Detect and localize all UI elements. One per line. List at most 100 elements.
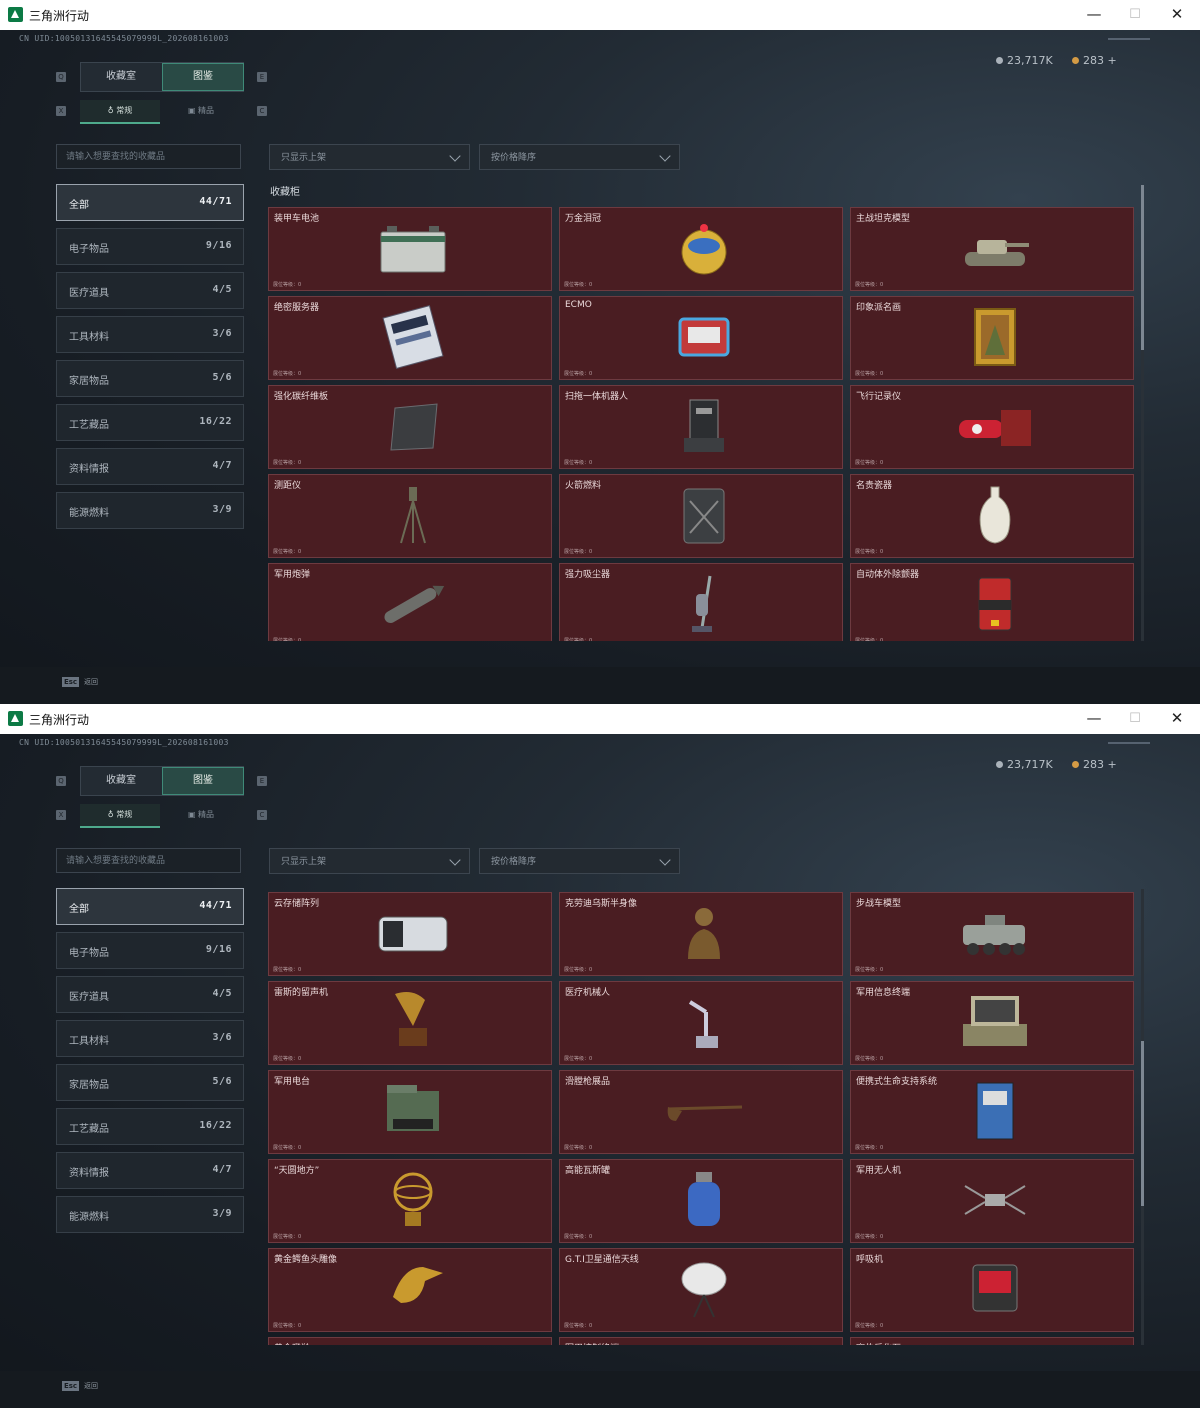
collection-item-card[interactable]: 赛伯乐化石展位等级：0 bbox=[850, 1337, 1134, 1345]
fuel-can-icon bbox=[664, 483, 744, 547]
collection-item-card[interactable]: 黄金瞪羚展位等级：0 bbox=[268, 1337, 552, 1345]
category-item-tools[interactable]: 工具材料 3/6 bbox=[56, 1020, 244, 1057]
category-item-all[interactable]: 全部 44/71 bbox=[56, 888, 244, 925]
back-button[interactable]: Esc 返回 bbox=[62, 677, 98, 687]
window-title: 三角洲行动 bbox=[29, 9, 90, 23]
category-item-home[interactable]: 家居物品 5/6 bbox=[56, 360, 244, 397]
category-item-electronics[interactable]: 电子物品 9/16 bbox=[56, 932, 244, 969]
collection-item-card[interactable]: 测距仪 展位等级：0 bbox=[268, 474, 552, 558]
tab-premium[interactable]: ▣ 精品 bbox=[161, 100, 241, 122]
search-input[interactable]: 请输入想要查找的收藏品 bbox=[56, 848, 241, 873]
collection-item-card[interactable]: 医疗机械人展位等级：0 bbox=[559, 981, 843, 1065]
collection-item-card[interactable]: 万金泪冠 展位等级：0 bbox=[559, 207, 843, 291]
category-item-fuel[interactable]: 能源燃料 3/9 bbox=[56, 492, 244, 529]
gold-currency[interactable]: 283 + bbox=[1072, 54, 1117, 67]
item-name: 医疗机械人 bbox=[565, 988, 611, 998]
collection-item-card[interactable]: 步战车模型 展位等级：0 bbox=[850, 892, 1134, 976]
collection-item-card[interactable]: 雷斯的留声机 展位等级：0 bbox=[268, 981, 552, 1065]
collection-item-card[interactable]: 军用电台 展位等级：0 bbox=[268, 1070, 552, 1154]
collection-item-card[interactable]: 装甲车电池 展位等级：0 bbox=[268, 207, 552, 291]
gold-currency[interactable]: 283 + bbox=[1072, 758, 1117, 771]
premium-icon: ▣ bbox=[187, 810, 199, 819]
hotkey-c: C bbox=[257, 810, 267, 820]
category-item-intel[interactable]: 资料情报 4/7 bbox=[56, 1152, 244, 1189]
collection-item-card[interactable]: 名贵瓷器 展位等级：0 bbox=[850, 474, 1134, 558]
vacuum-icon bbox=[664, 572, 744, 636]
back-button[interactable]: Esc 返回 bbox=[62, 1381, 98, 1391]
game-viewport: CN UID:10050131645545079999L_20260816100… bbox=[0, 30, 1200, 704]
collection-item-card[interactable]: 飞行记录仪 展位等级：0 bbox=[850, 385, 1134, 469]
collection-item-card[interactable]: 军用炮弹 展位等级：0 bbox=[268, 563, 552, 641]
close-button[interactable]: ✕ bbox=[1155, 0, 1199, 30]
collection-item-card[interactable]: 便携式生命支持系统 展位等级：0 bbox=[850, 1070, 1134, 1154]
tab-catalog[interactable]: 图鉴 bbox=[162, 767, 244, 795]
scrollbar-thumb[interactable] bbox=[1141, 1041, 1144, 1206]
collection-item-card[interactable]: 强力吸尘器 展位等级：0 bbox=[559, 563, 843, 641]
collection-item-card[interactable]: 火箭燃料 展位等级：0 bbox=[559, 474, 843, 558]
collection-item-card[interactable]: 高能瓦斯罐 展位等级：0 bbox=[559, 1159, 843, 1243]
collection-item-card[interactable]: 自动体外除颤器 展位等级：0 bbox=[850, 563, 1134, 641]
defibrillator-icon bbox=[955, 572, 1035, 636]
collection-item-card[interactable]: 强化碳纤维板 展位等级：0 bbox=[268, 385, 552, 469]
category-item-home[interactable]: 家居物品 5/6 bbox=[56, 1064, 244, 1101]
category-item-tools[interactable]: 工具材料 3/6 bbox=[56, 316, 244, 353]
tab-collection-room[interactable]: 收藏室 bbox=[81, 767, 161, 795]
collection-item-card[interactable]: 印象派名画 展位等级：0 bbox=[850, 296, 1134, 380]
category-item-electronics[interactable]: 电子物品 9/16 bbox=[56, 228, 244, 265]
collection-item-card[interactable]: 主战坦克模型 展位等级：0 bbox=[850, 207, 1134, 291]
collection-item-card[interactable]: 云存储阵列 展位等级：0 bbox=[268, 892, 552, 976]
category-count: 4/7 bbox=[212, 460, 232, 471]
collection-item-card[interactable]: 克劳迪乌斯半身像 展位等级：0 bbox=[559, 892, 843, 976]
collection-item-card[interactable]: “天圆地方” 展位等级：0 bbox=[268, 1159, 552, 1243]
category-item-medical[interactable]: 医疗道具 4/5 bbox=[56, 976, 244, 1013]
collection-item-card[interactable]: 扫拖一体机器人 展位等级：0 bbox=[559, 385, 843, 469]
item-name: 黄金瞪羚 bbox=[274, 1341, 310, 1345]
tab-collection-room[interactable]: 收藏室 bbox=[81, 63, 161, 91]
life-support-icon bbox=[955, 1079, 1035, 1143]
collection-item-card[interactable]: 军用无人机 展位等级：0 bbox=[850, 1159, 1134, 1243]
drone-icon bbox=[955, 1168, 1035, 1232]
listed-filter-dropdown[interactable]: 只显示上架 bbox=[269, 144, 470, 170]
category-count: 44/71 bbox=[199, 196, 232, 207]
bottom-bar: Esc 返回 bbox=[0, 667, 1200, 704]
collection-item-card[interactable]: ECMO 展位等级：0 bbox=[559, 296, 843, 380]
category-item-crafts[interactable]: 工艺藏品 16/22 bbox=[56, 404, 244, 441]
hotkey-e: E bbox=[257, 776, 267, 786]
category-item-medical[interactable]: 医疗道具 4/5 bbox=[56, 272, 244, 309]
item-level: 展位等级：0 bbox=[273, 549, 302, 555]
item-name: 军用信息终端 bbox=[856, 988, 911, 998]
tab-premium-label: 精品 bbox=[198, 810, 215, 819]
listed-filter-dropdown[interactable]: 只显示上架 bbox=[269, 848, 470, 874]
collection-item-card[interactable]: 军用控制终端展位等级：0 bbox=[559, 1337, 843, 1345]
sort-dropdown[interactable]: 按价格降序 bbox=[479, 144, 680, 170]
close-button[interactable]: ✕ bbox=[1155, 704, 1199, 734]
minimize-button[interactable]: — bbox=[1072, 0, 1116, 30]
category-item-all[interactable]: 全部 44/71 bbox=[56, 184, 244, 221]
maximize-button[interactable]: ☐ bbox=[1113, 0, 1157, 30]
tab-premium[interactable]: ▣ 精品 bbox=[161, 804, 241, 826]
porcelain-vase-icon bbox=[955, 483, 1035, 547]
item-level: 展位等级：0 bbox=[564, 1056, 593, 1062]
collection-item-card[interactable]: 黄金鳄鱼头雕像 展位等级：0 bbox=[268, 1248, 552, 1332]
category-item-crafts[interactable]: 工艺藏品 16/22 bbox=[56, 1108, 244, 1145]
tab-normal[interactable]: ♁ 常规 bbox=[80, 100, 160, 124]
collection-item-card[interactable]: 绝密服务器 展位等级：0 bbox=[268, 296, 552, 380]
item-name: 雷斯的留声机 bbox=[274, 988, 329, 998]
scrollbar-thumb[interactable] bbox=[1141, 185, 1144, 350]
maximize-button[interactable]: ☐ bbox=[1113, 704, 1157, 734]
minimize-button[interactable]: — bbox=[1072, 704, 1116, 734]
category-item-intel[interactable]: 资料情报 4/7 bbox=[56, 448, 244, 485]
tab-catalog[interactable]: 图鉴 bbox=[162, 63, 244, 91]
shell-icon bbox=[373, 572, 453, 636]
armillary-sphere-icon bbox=[373, 1168, 453, 1232]
collection-item-card[interactable]: 呼吸机 展位等级：0 bbox=[850, 1248, 1134, 1332]
collection-item-card[interactable]: 滑膛枪展品 展位等级：0 bbox=[559, 1070, 843, 1154]
collection-item-card[interactable]: G.T.I卫星通信天线 展位等级：0 bbox=[559, 1248, 843, 1332]
collection-item-card[interactable]: 军用信息终端 展位等级：0 bbox=[850, 981, 1134, 1065]
storage-array-icon bbox=[373, 901, 453, 965]
sort-dropdown[interactable]: 按价格降序 bbox=[479, 848, 680, 874]
search-input[interactable]: 请输入想要查找的收藏品 bbox=[56, 144, 241, 169]
tab-normal[interactable]: ♁ 常规 bbox=[80, 804, 160, 828]
item-name: 主战坦克模型 bbox=[856, 214, 911, 224]
category-item-fuel[interactable]: 能源燃料 3/9 bbox=[56, 1196, 244, 1233]
